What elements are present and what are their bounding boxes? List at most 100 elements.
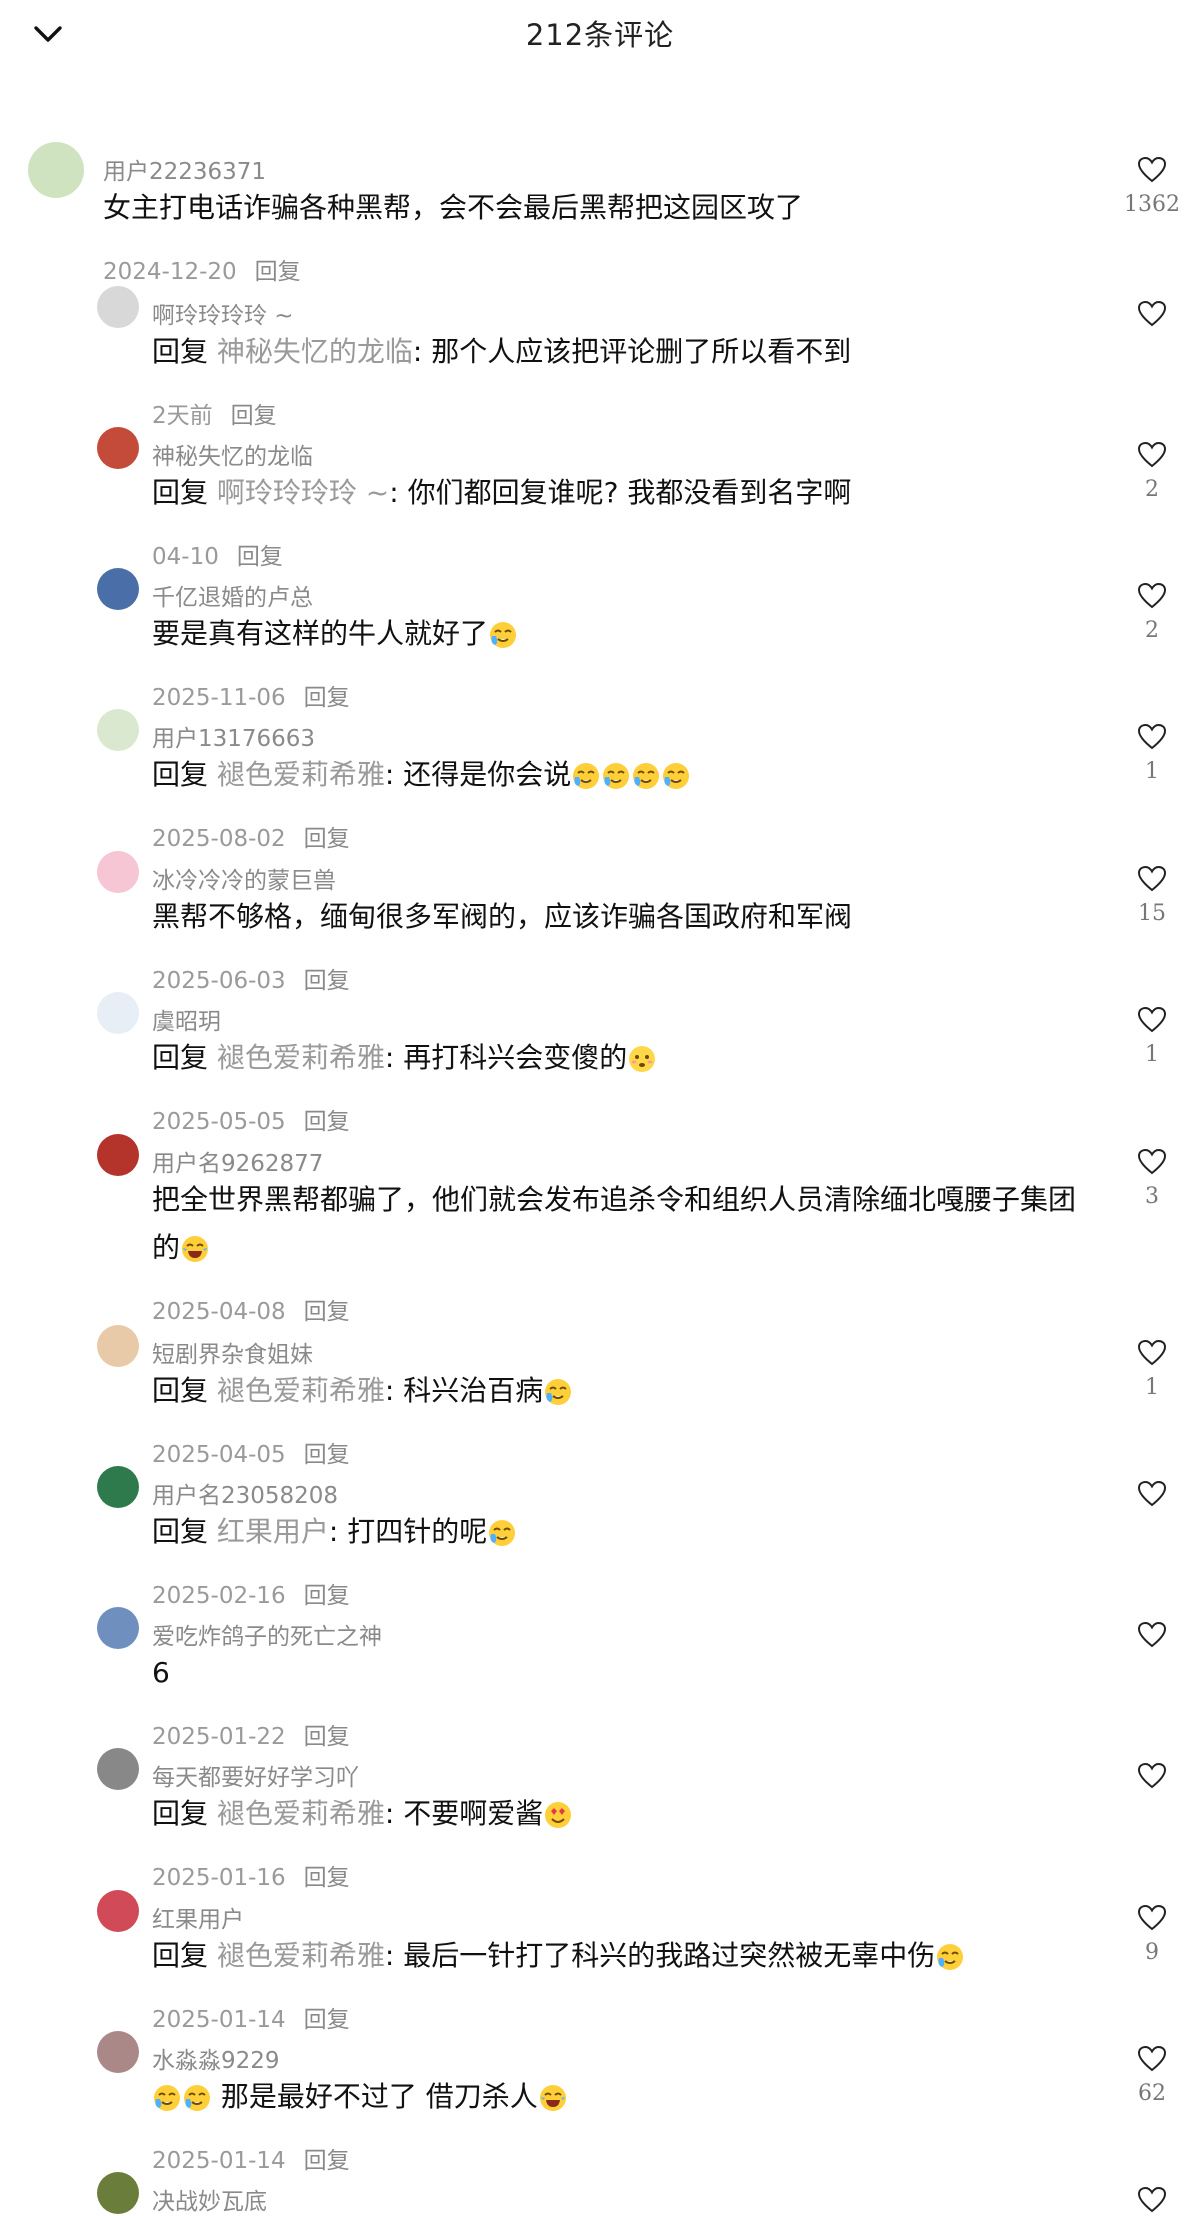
cry-laugh-emoji	[487, 1515, 517, 1548]
like-button[interactable]: 3	[1122, 1148, 1182, 1209]
comment-date: 2025-01-14	[152, 2007, 286, 2033]
reply-button[interactable]: 回复	[231, 403, 277, 429]
like-button[interactable]: 1	[1122, 1339, 1182, 1400]
collapse-chevron-icon[interactable]	[30, 20, 70, 50]
reply-button[interactable]: 回复	[304, 1865, 350, 1891]
heart-icon	[1122, 441, 1182, 469]
like-button[interactable]: 62	[1122, 2045, 1182, 2106]
avatar[interactable]	[97, 286, 139, 328]
like-button[interactable]: 2	[1122, 441, 1182, 502]
comment-username[interactable]: 水淼淼9229	[152, 2041, 280, 2075]
reply-prefix: 回复	[152, 335, 217, 368]
comment-body: : 科兴治百病	[384, 1374, 544, 1407]
mentioned-user[interactable]: 红果用户	[217, 1515, 329, 1548]
reply-button[interactable]: 回复	[304, 2007, 350, 2033]
reply-prefix: 回复	[152, 1515, 217, 1548]
avatar[interactable]	[97, 1466, 139, 1508]
comment-username[interactable]: 用户名23058208	[152, 1476, 338, 1510]
heart-icon	[1122, 1480, 1182, 1508]
comment-meta: 2025-04-08 回复	[152, 1292, 350, 1326]
comment-text: 回复 褪色爱莉希雅: 不要啊爱酱	[152, 1790, 1085, 1838]
comment-date: 2025-01-16	[152, 1865, 286, 1891]
reply-button[interactable]: 回复	[304, 826, 350, 852]
avatar[interactable]	[97, 1607, 139, 1649]
avatar[interactable]	[97, 2172, 139, 2214]
avatar[interactable]	[97, 568, 139, 610]
cry-laugh-emoji	[152, 2080, 182, 2113]
comment-username[interactable]: 爱吃炸鸽子的死亡之神	[152, 1617, 382, 1651]
comment-text: 回复 褪色爱莉希雅: 还得是你会说	[152, 751, 1085, 799]
like-button[interactable]: 1362	[1122, 156, 1182, 217]
reply-button[interactable]: 回复	[304, 1442, 350, 1468]
reply-button[interactable]: 回复	[304, 685, 350, 711]
reply-button[interactable]: 回复	[255, 259, 301, 285]
like-button[interactable]: 2	[1122, 582, 1182, 643]
like-button[interactable]	[1122, 2186, 1182, 2214]
heart-eyes-emoji	[543, 1797, 573, 1830]
avatar[interactable]	[97, 851, 139, 893]
comment-username[interactable]: 短剧界杂食姐妹	[152, 1335, 313, 1369]
comment-text: 回复 褪色爱莉希雅: 科兴治百病	[152, 1367, 1085, 1415]
like-button[interactable]	[1122, 1480, 1182, 1508]
like-count: 1	[1145, 1375, 1159, 1400]
reply-prefix: 回复	[152, 1939, 217, 1972]
mentioned-user[interactable]: 褪色爱莉希雅	[217, 1939, 385, 1972]
comment-body: 黑帮不够格，缅甸很多军阀的，应该诈骗各国政府和军阀	[152, 900, 853, 933]
comment-username[interactable]: 冰冷冷冷的蒙巨兽	[152, 861, 336, 895]
like-button[interactable]: 15	[1122, 865, 1182, 926]
comment-body: 6	[152, 1656, 170, 1689]
comment-body: : 再打科兴会变傻的	[384, 1041, 628, 1074]
comment-username[interactable]: 红果用户	[152, 1900, 244, 1934]
comment-username[interactable]: 神秘失忆的龙临	[152, 437, 313, 471]
like-button[interactable]: 1	[1122, 723, 1182, 784]
mentioned-user[interactable]: 褪色爱莉希雅	[217, 758, 385, 791]
comment-date: 2025-04-08	[152, 1299, 286, 1325]
reply-button[interactable]: 回复	[304, 1299, 350, 1325]
comment-username[interactable]: 啊玲玲玲玲 ~	[152, 296, 294, 330]
heart-icon	[1122, 1762, 1182, 1790]
comment-date: 2025-01-14	[152, 2148, 286, 2174]
laughing-emoji	[538, 2080, 568, 2113]
avatar[interactable]	[97, 992, 139, 1034]
mentioned-user[interactable]: 褪色爱莉希雅	[217, 1797, 385, 1830]
reply-button[interactable]: 回复	[304, 2148, 350, 2174]
reply-button[interactable]: 回复	[304, 1109, 350, 1135]
reply-button[interactable]: 回复	[237, 544, 283, 570]
cry-laugh-emoji	[571, 758, 601, 791]
reply-button[interactable]: 回复	[304, 1583, 350, 1609]
comment-username[interactable]: 用户13176663	[152, 719, 315, 753]
avatar[interactable]	[97, 2031, 139, 2073]
comment-username[interactable]: 用户22236371	[103, 152, 266, 186]
avatar[interactable]	[97, 1134, 139, 1176]
comment-username[interactable]: 用户名9262877	[152, 1144, 323, 1178]
avatar[interactable]	[97, 1748, 139, 1790]
like-count: 2	[1145, 477, 1159, 502]
comment-meta: 2天前 回复	[152, 396, 277, 430]
avatar[interactable]	[97, 427, 139, 469]
comment-username[interactable]: 虞昭玥	[152, 1002, 221, 1036]
reply-prefix: 回复	[152, 1374, 217, 1407]
comment-count-title: 212条评论	[525, 18, 675, 52]
like-button[interactable]: 9	[1122, 1904, 1182, 1965]
comment-username[interactable]: 决战妙瓦底	[152, 2182, 267, 2216]
comment-body: 把全世界黑帮都骗了，他们就会发布追杀令和组织人员清除缅北嘎腰子集团的	[152, 1183, 1077, 1264]
like-button[interactable]	[1122, 1762, 1182, 1790]
reply-prefix: 回复	[152, 476, 217, 509]
mentioned-user[interactable]: 褪色爱莉希雅	[217, 1374, 385, 1407]
reply-button[interactable]: 回复	[304, 1724, 350, 1750]
heart-icon	[1122, 865, 1182, 893]
comment-date: 2025-08-02	[152, 826, 286, 852]
mentioned-user[interactable]: 啊玲玲玲玲 ~	[217, 476, 389, 509]
avatar[interactable]	[97, 1890, 139, 1932]
avatar[interactable]	[28, 142, 84, 198]
comment-username[interactable]: 千亿退婚的卢总	[152, 578, 313, 612]
mentioned-user[interactable]: 神秘失忆的龙临	[217, 335, 413, 368]
avatar[interactable]	[97, 709, 139, 751]
reply-button[interactable]: 回复	[304, 968, 350, 994]
like-button[interactable]	[1122, 300, 1182, 328]
mentioned-user[interactable]: 褪色爱莉希雅	[217, 1041, 385, 1074]
avatar[interactable]	[97, 1325, 139, 1367]
like-button[interactable]: 1	[1122, 1006, 1182, 1067]
comment-username[interactable]: 每天都要好好学习吖	[152, 1758, 359, 1792]
like-button[interactable]	[1122, 1621, 1182, 1649]
